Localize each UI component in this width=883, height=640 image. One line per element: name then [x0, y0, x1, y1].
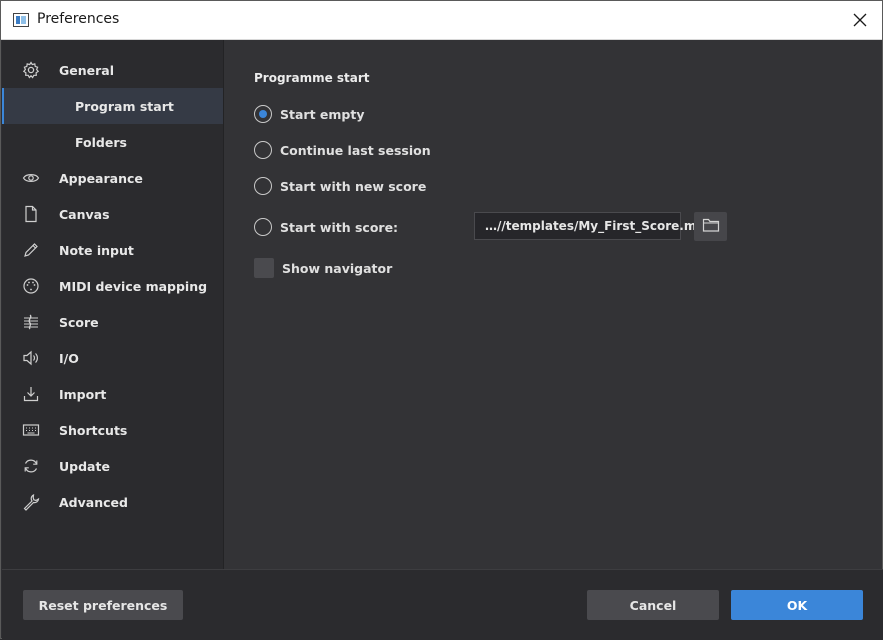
sidebar-item-canvas[interactable]: Canvas: [2, 196, 223, 232]
sidebar-item-advanced[interactable]: Advanced: [2, 484, 223, 520]
title-bar: Preferences: [1, 1, 882, 40]
pencil-icon: [22, 241, 40, 259]
dialog-footer: Reset preferences Cancel OK: [2, 569, 883, 640]
option-label: Start with new score: [280, 178, 427, 194]
start-with-score-option[interactable]: Start with score:: [254, 217, 398, 237]
sidebar-item-label: Update: [59, 458, 110, 474]
window-title: Preferences: [37, 11, 120, 27]
app-icon: [13, 13, 29, 27]
show-navigator-checkbox[interactable]: [254, 258, 274, 278]
preferences-sidebar: General Program start Folders Appearance…: [2, 40, 224, 569]
program-start-panel: Programme start Start empty Continue las…: [224, 40, 882, 569]
sidebar-item-score[interactable]: Score: [2, 304, 223, 340]
sidebar-item-io[interactable]: I/O: [2, 340, 223, 376]
start-with-new-score-option[interactable]: Start with new score: [254, 176, 426, 196]
speaker-icon: [22, 349, 40, 367]
sidebar-item-label: General: [59, 62, 114, 78]
sidebar-item-label: Score: [59, 314, 99, 330]
close-icon[interactable]: [842, 5, 878, 35]
sidebar-item-folders[interactable]: Folders: [2, 124, 223, 160]
gear-icon: [22, 61, 40, 79]
sidebar-item-note-input[interactable]: Note input: [2, 232, 223, 268]
sidebar-item-shortcuts[interactable]: Shortcuts: [2, 412, 223, 448]
sidebar-item-label: I/O: [59, 350, 79, 366]
score-path-input[interactable]: …//templates/My_First_Score.mscx: [474, 212, 718, 240]
sidebar-item-label: MIDI device mapping: [59, 278, 208, 294]
keyboard-icon: [22, 421, 40, 439]
sidebar-item-update[interactable]: Update: [2, 448, 223, 484]
sidebar-item-label: Program start: [75, 98, 174, 114]
sidebar-item-import[interactable]: Import: [2, 376, 223, 412]
import-icon: [22, 385, 40, 403]
ok-button[interactable]: OK: [731, 590, 863, 620]
radio-button[interactable]: [254, 218, 272, 236]
preferences-dialog: Preferences General Program start Folder…: [0, 0, 883, 640]
sidebar-item-appearance[interactable]: Appearance: [2, 160, 223, 196]
continue-last-session-option[interactable]: Continue last session: [254, 140, 431, 160]
folder-icon: [702, 217, 720, 237]
sidebar-item-program-start[interactable]: Program start: [2, 88, 223, 124]
score-icon: [22, 313, 40, 331]
document-icon: [22, 205, 40, 223]
start-empty-option[interactable]: Start empty: [254, 104, 364, 124]
reset-preferences-button[interactable]: Reset preferences: [23, 590, 183, 620]
sidebar-item-label: Note input: [59, 242, 134, 258]
checkbox-label: Show navigator: [282, 260, 393, 276]
refresh-icon: [22, 457, 40, 475]
option-label: Start with score:: [280, 219, 399, 235]
sidebar-item-label: Folders: [75, 134, 127, 150]
eye-icon: [22, 169, 40, 187]
cancel-button[interactable]: Cancel: [587, 590, 719, 620]
option-label: Start empty: [280, 106, 365, 122]
radio-button-selected[interactable]: [254, 105, 272, 123]
sidebar-item-label: Appearance: [59, 170, 143, 186]
midi-icon: [22, 277, 40, 295]
sidebar-item-label: Canvas: [59, 206, 110, 222]
radio-button[interactable]: [254, 141, 272, 159]
sidebar-item-general[interactable]: General: [2, 52, 223, 88]
sidebar-item-midi-device-mapping[interactable]: MIDI device mapping: [2, 268, 223, 304]
sidebar-item-label: Import: [59, 386, 107, 402]
radio-button[interactable]: [254, 177, 272, 195]
sidebar-item-label: Shortcuts: [59, 422, 128, 438]
section-title: Programme start: [254, 71, 370, 85]
sidebar-item-label: Advanced: [59, 494, 128, 510]
show-navigator-option[interactable]: Show navigator: [254, 258, 392, 278]
browse-folder-button[interactable]: [694, 212, 727, 241]
option-label: Continue last session: [280, 142, 431, 158]
wrench-icon: [22, 493, 40, 511]
